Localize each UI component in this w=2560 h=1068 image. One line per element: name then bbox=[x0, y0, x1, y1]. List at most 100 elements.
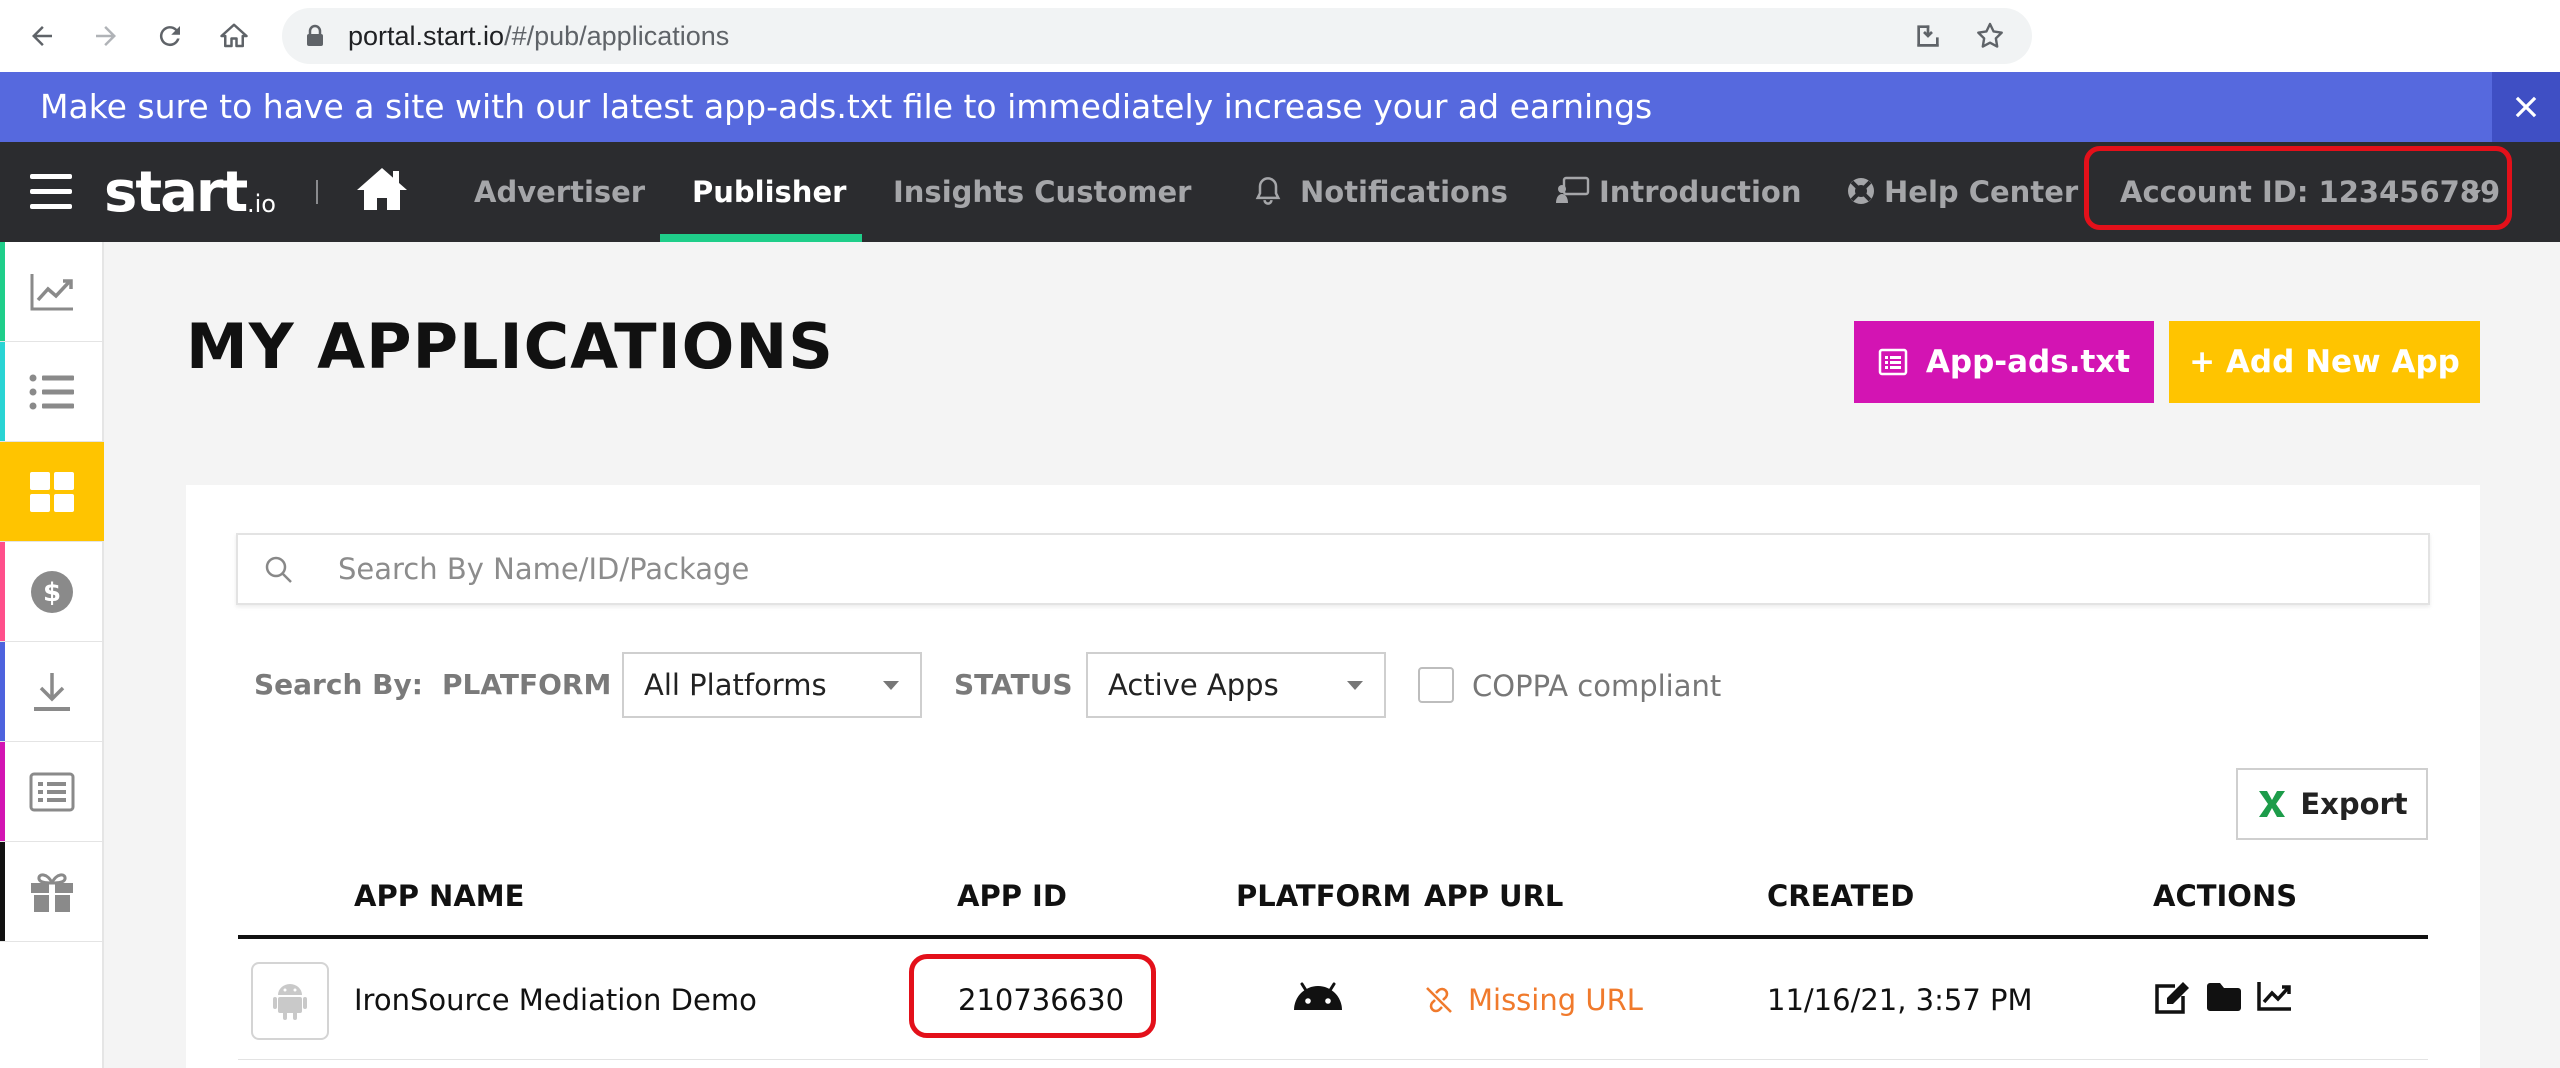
forward-button[interactable] bbox=[86, 16, 126, 56]
grid-icon bbox=[29, 471, 75, 513]
search-box bbox=[236, 533, 2430, 605]
download-icon bbox=[32, 671, 72, 713]
nav-publisher[interactable]: Publisher bbox=[692, 142, 846, 242]
table-row-divider bbox=[238, 1059, 2428, 1060]
nav-help-center[interactable]: Help Center bbox=[1884, 142, 2078, 242]
broken-link-icon bbox=[1424, 985, 1454, 1015]
left-sidebar: $ bbox=[0, 242, 104, 1068]
banner-text: Make sure to have a site with our latest… bbox=[40, 72, 1652, 142]
url-path: /#/pub/applications bbox=[504, 21, 729, 51]
home-icon[interactable] bbox=[356, 166, 408, 212]
lock-icon bbox=[304, 24, 326, 48]
sidebar-accent bbox=[0, 542, 5, 641]
add-new-app-button[interactable]: + Add New App bbox=[2169, 321, 2480, 403]
column-app-name[interactable]: APP NAME bbox=[354, 874, 524, 918]
excel-icon bbox=[2256, 788, 2288, 820]
coppa-checkbox[interactable] bbox=[1418, 667, 1454, 703]
sidebar-accent bbox=[0, 342, 5, 441]
search-input[interactable] bbox=[338, 535, 2398, 603]
app-name-cell[interactable]: IronSource Mediation Demo bbox=[354, 978, 757, 1022]
table-header-divider bbox=[238, 935, 2428, 939]
edit-icon[interactable] bbox=[2153, 980, 2191, 1014]
sidebar-item-applications[interactable] bbox=[0, 442, 104, 542]
status-label: STATUS bbox=[954, 652, 1073, 718]
sidebar-item-analytics[interactable] bbox=[0, 242, 104, 342]
list-icon bbox=[29, 373, 75, 411]
search-by-label: Search By: bbox=[254, 652, 423, 718]
presentation-icon bbox=[1556, 176, 1590, 204]
dollar-icon: $ bbox=[30, 570, 74, 614]
sidebar-accent bbox=[0, 742, 5, 841]
browser-toolbar: portal.start.io/#/pub/applications bbox=[0, 0, 2560, 72]
app-ads-txt-label: App-ads.txt bbox=[1926, 344, 2130, 380]
nav-notifications[interactable]: Notifications bbox=[1300, 142, 1508, 242]
page-title: MY APPLICATIONS bbox=[186, 310, 834, 383]
caret-down-icon bbox=[1346, 680, 1364, 691]
platform-label: PLATFORM bbox=[442, 652, 611, 718]
close-icon bbox=[2513, 94, 2539, 120]
home-button[interactable] bbox=[214, 16, 254, 56]
status-select[interactable]: Active Apps bbox=[1086, 652, 1386, 718]
caret-down-icon bbox=[2466, 189, 2482, 199]
missing-url-link[interactable]: Missing URL bbox=[1424, 978, 1643, 1022]
app-ads-txt-button[interactable]: App-ads.txt bbox=[1854, 321, 2154, 403]
reload-icon bbox=[155, 21, 185, 51]
sidebar-item-downloads[interactable] bbox=[0, 642, 104, 742]
column-created[interactable]: CREATED bbox=[1767, 874, 1914, 918]
created-cell: 11/16/21, 3:57 PM bbox=[1767, 978, 2033, 1022]
bookmark-star-icon[interactable] bbox=[1974, 20, 2006, 52]
status-select-value: Active Apps bbox=[1108, 654, 1279, 716]
address-bar[interactable]: portal.start.io/#/pub/applications bbox=[282, 8, 2032, 64]
column-app-url[interactable]: APP URL bbox=[1424, 874, 1563, 918]
nav-introduction[interactable]: Introduction bbox=[1599, 142, 1802, 242]
reload-button[interactable] bbox=[150, 16, 190, 56]
chart-line-icon[interactable] bbox=[2256, 980, 2292, 1012]
export-button[interactable]: Export bbox=[2236, 768, 2428, 840]
sidebar-accent bbox=[0, 842, 5, 941]
android-icon bbox=[1290, 978, 1346, 1012]
logo-text: start bbox=[104, 160, 246, 225]
chart-line-icon bbox=[29, 272, 75, 312]
logo-divider bbox=[316, 180, 318, 204]
bell-icon bbox=[1254, 175, 1282, 207]
sidebar-item-list[interactable] bbox=[0, 342, 104, 442]
sidebar-accent bbox=[0, 242, 5, 341]
document-list-icon bbox=[1878, 348, 1908, 376]
coppa-label[interactable]: COPPA compliant bbox=[1472, 652, 1721, 720]
column-platform[interactable]: PLATFORM bbox=[1236, 874, 1411, 918]
nav-advertiser[interactable]: Advertiser bbox=[474, 142, 645, 242]
svg-text:$: $ bbox=[43, 578, 61, 608]
export-label: Export bbox=[2300, 787, 2407, 821]
gift-icon bbox=[29, 871, 75, 913]
missing-url-label: Missing URL bbox=[1468, 978, 1643, 1022]
arrow-left-icon bbox=[27, 21, 57, 51]
folder-icon[interactable] bbox=[2206, 982, 2242, 1012]
url-host: portal.start.io bbox=[348, 21, 504, 51]
platform-select[interactable]: All Platforms bbox=[622, 652, 922, 718]
app-id-highlight-box bbox=[909, 954, 1156, 1038]
install-app-icon[interactable] bbox=[1912, 20, 1944, 52]
sidebar-item-reports[interactable] bbox=[0, 742, 104, 842]
search-icon bbox=[264, 555, 294, 585]
nav-insights-customer[interactable]: Insights Customer bbox=[893, 142, 1191, 242]
logo-suffix: .io bbox=[247, 190, 276, 218]
app-icon bbox=[251, 962, 329, 1040]
sidebar-item-payments[interactable]: $ bbox=[0, 542, 104, 642]
platform-select-value: All Platforms bbox=[644, 654, 827, 716]
sidebar-item-rewards[interactable] bbox=[0, 842, 104, 942]
arrow-right-icon bbox=[91, 21, 121, 51]
announcement-banner: Make sure to have a site with our latest… bbox=[0, 72, 2560, 142]
back-button[interactable] bbox=[22, 16, 62, 56]
column-actions: ACTIONS bbox=[2153, 874, 2297, 918]
url-text: portal.start.io/#/pub/applications bbox=[348, 8, 729, 64]
banner-close-button[interactable] bbox=[2492, 72, 2560, 142]
hamburger-menu-icon[interactable] bbox=[28, 172, 76, 212]
caret-down-icon bbox=[882, 680, 900, 691]
report-list-icon bbox=[29, 772, 75, 812]
home-outline-icon bbox=[219, 21, 249, 51]
column-app-id[interactable]: APP ID bbox=[957, 874, 1067, 918]
android-robot-icon bbox=[273, 981, 307, 1021]
account-dropdown[interactable]: Account ID: 123456789 bbox=[2120, 142, 2500, 242]
sidebar-accent bbox=[0, 642, 5, 741]
lifebuoy-icon bbox=[1846, 176, 1876, 206]
